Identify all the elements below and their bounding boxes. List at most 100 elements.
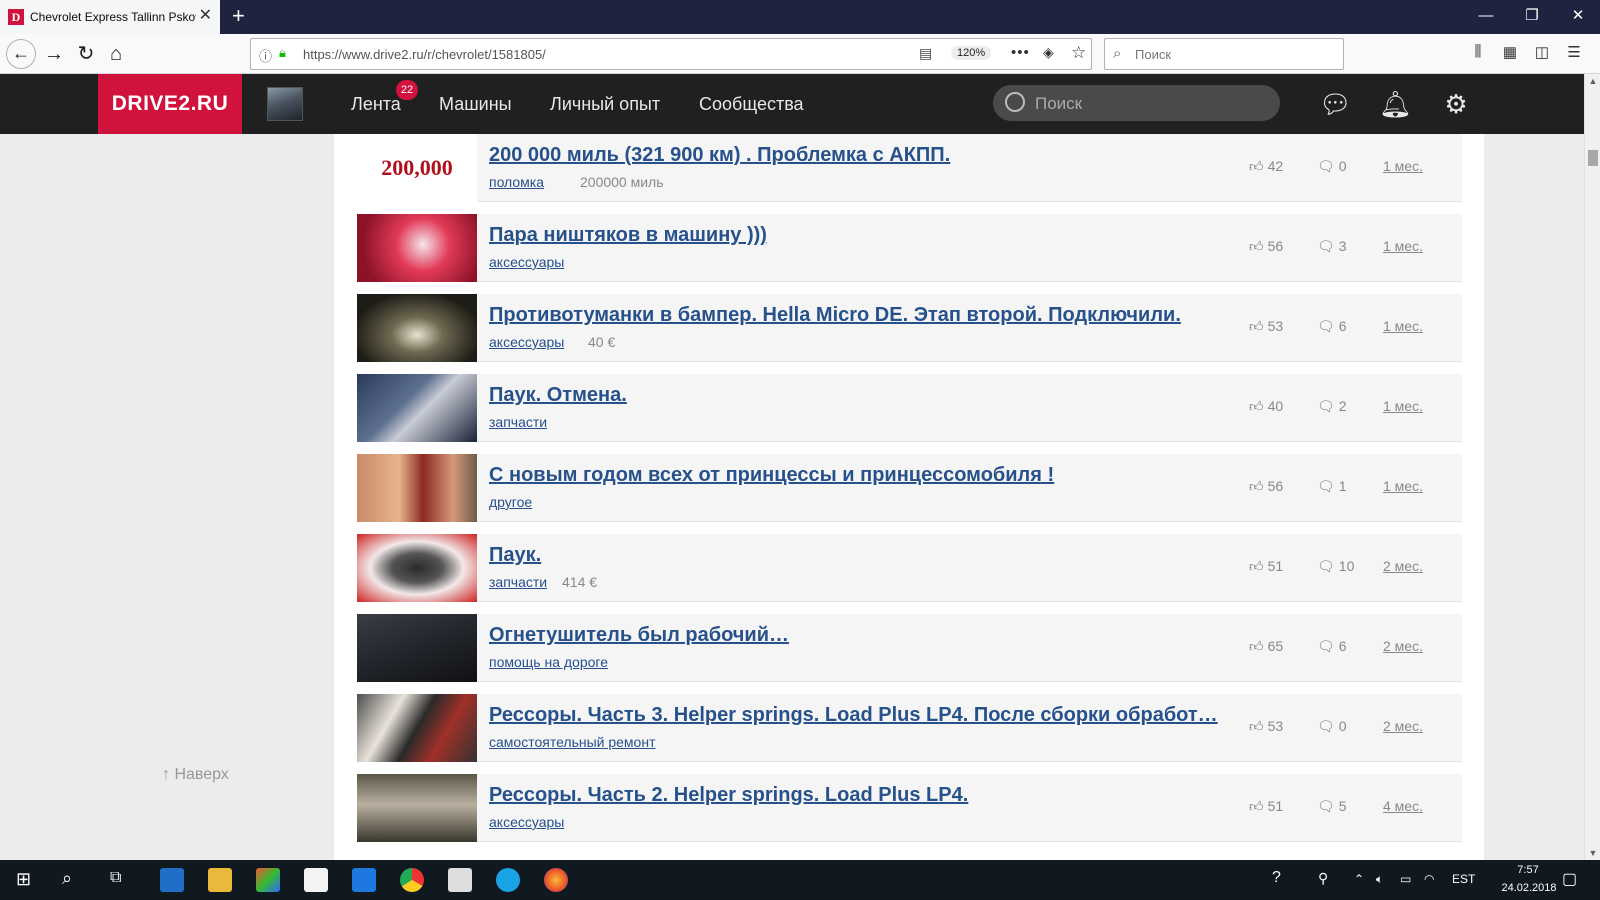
scrollbar-thumb[interactable] [1588, 150, 1598, 166]
back-button[interactable]: ← [6, 39, 36, 69]
comment-counter[interactable]: 🗨︎ 5 [1317, 798, 1347, 815]
menu-icon[interactable]: ☰ [1564, 43, 1584, 61]
post-row[interactable]: Рессоры. Часть 2. Helper springs. Load P… [357, 774, 1462, 842]
post-date-link[interactable]: 2 мес. [1383, 558, 1423, 574]
post-category-link[interactable]: запчасти [489, 414, 547, 430]
post-category-link[interactable]: поломка [489, 174, 544, 190]
mail-icon[interactable] [448, 868, 472, 892]
post-row[interactable]: Паук. запчасти 414 € 👍︎ 51 🗨︎ 10 2 мес. [357, 534, 1462, 602]
sidebar-icon[interactable]: ◫ [1532, 43, 1552, 61]
post-thumbnail[interactable] [357, 534, 477, 602]
like-counter[interactable]: 👍︎ 56 [1249, 478, 1283, 495]
post-row[interactable]: Паук. Отмена. запчасти 👍︎ 40 🗨︎ 2 1 мес. [357, 374, 1462, 442]
post-title-link[interactable]: Паук. Отмена. [489, 384, 1234, 407]
comment-counter[interactable]: 🗨︎ 1 [1317, 478, 1347, 495]
post-date-link[interactable]: 4 мес. [1383, 798, 1423, 814]
show-hidden-icons-icon[interactable]: ⌃ [1354, 872, 1364, 886]
window-minimize-button[interactable]: — [1476, 6, 1496, 26]
bookmark-star-icon[interactable]: ☆ [1071, 43, 1086, 63]
post-date-link[interactable]: 2 мес. [1383, 718, 1423, 734]
comment-counter[interactable]: 🗨︎ 6 [1317, 638, 1347, 655]
post-thumbnail[interactable] [357, 694, 477, 762]
post-thumbnail[interactable] [357, 774, 477, 842]
reload-button[interactable]: ↻ [74, 42, 98, 66]
scroll-down-arrow-icon[interactable]: ▼ [1585, 848, 1600, 858]
like-counter[interactable]: 👍︎ 53 [1249, 718, 1283, 735]
skype-icon[interactable] [496, 868, 520, 892]
comment-counter[interactable]: 🗨︎ 3 [1317, 238, 1347, 255]
comment-counter[interactable]: 🗨︎ 0 [1317, 158, 1347, 175]
like-counter[interactable]: 👍︎ 56 [1249, 238, 1283, 255]
comment-counter[interactable]: 🗨︎ 0 [1317, 718, 1347, 735]
clock-date[interactable]: 24.02.2018 [1486, 882, 1572, 894]
volume-icon[interactable]: 🔈︎ [1376, 872, 1383, 887]
post-thumbnail[interactable] [357, 374, 477, 442]
action-center-icon[interactable]: ▢ [1562, 869, 1577, 889]
back-to-top-link[interactable]: ↑ Наверх [162, 766, 229, 784]
post-title-link[interactable]: Противотуманки в бампер. Hella Micro DE.… [489, 304, 1234, 327]
post-thumbnail[interactable] [357, 614, 477, 682]
keyboard-language-indicator[interactable]: EST [1452, 872, 1475, 886]
tab-close-icon[interactable]: ✕ [199, 8, 212, 24]
file-explorer-icon[interactable] [208, 868, 232, 892]
reader-view-icon[interactable]: ▤ [919, 45, 932, 62]
nav-feed[interactable]: Лента [351, 94, 401, 115]
post-category-link[interactable]: самостоятельный ремонт [489, 734, 656, 750]
forward-button[interactable]: → [42, 42, 66, 66]
like-counter[interactable]: 👍︎ 51 [1249, 558, 1283, 575]
post-row[interactable]: Рессоры. Часть 3. Helper springs. Load P… [357, 694, 1462, 762]
like-counter[interactable]: 👍︎ 42 [1249, 158, 1283, 175]
post-thumbnail[interactable] [357, 214, 477, 282]
help-icon[interactable]: ? [1272, 869, 1281, 887]
windows-start-icon[interactable]: ⊞ [16, 869, 31, 890]
settings-gear-icon[interactable]: ⚙ [1440, 89, 1472, 119]
post-date-link[interactable]: 1 мес. [1383, 158, 1423, 174]
scroll-up-arrow-icon[interactable]: ▲ [1585, 76, 1600, 86]
url-text[interactable]: https://www.drive2.ru/r/chevrolet/158180… [303, 47, 546, 62]
post-title-link[interactable]: Паук. [489, 544, 1234, 567]
chrome-icon[interactable] [400, 868, 424, 892]
browser-search-box[interactable]: ⌕ Поиск [1104, 38, 1344, 70]
site-info-icon[interactable]: ⓘ [259, 46, 272, 65]
like-counter[interactable]: 👍︎ 51 [1249, 798, 1283, 815]
site-search-box[interactable]: Поиск [993, 85, 1280, 121]
task-view-icon[interactable]: ⧉ [110, 869, 121, 887]
store-icon[interactable] [304, 868, 328, 892]
window-close-button[interactable]: ✕ [1568, 6, 1588, 26]
post-date-link[interactable]: 1 мес. [1383, 318, 1423, 334]
people-icon[interactable]: ⚲ [1318, 870, 1328, 887]
post-date-link[interactable]: 1 мес. [1383, 478, 1423, 494]
nav-cars[interactable]: Машины [439, 94, 512, 115]
browser-tab[interactable]: D Chevrolet Express Tallinn Pskov ✕ [0, 0, 220, 34]
zoom-level-badge[interactable]: 120% [951, 46, 992, 60]
like-counter[interactable]: 👍︎ 53 [1249, 318, 1283, 335]
pocket-icon[interactable]: ◈ [1043, 44, 1054, 61]
site-logo[interactable]: DRIVE2.RU [98, 74, 242, 134]
edge-icon[interactable] [160, 868, 184, 892]
post-thumbnail[interactable] [357, 294, 477, 362]
notifications-bell-icon[interactable]: 🔔︎ [1379, 89, 1412, 119]
nav-communities[interactable]: Сообщества [699, 94, 804, 115]
post-title-link[interactable]: Пара ништяков в машину ))) [489, 224, 1234, 247]
post-category-link[interactable]: аксессуары [489, 334, 564, 350]
post-row[interactable]: Огнетушитель был рабочий… помощь на доро… [357, 614, 1462, 682]
post-category-link[interactable]: аксессуары [489, 254, 564, 270]
url-bar[interactable]: ⓘ 🔒︎ https://www.drive2.ru/r/chevrolet/1… [250, 38, 1092, 70]
library-icon[interactable]: ⫼ [1468, 43, 1488, 60]
post-title-link[interactable]: Рессоры. Часть 3. Helper springs. Load P… [489, 704, 1234, 727]
post-category-link[interactable]: другое [489, 494, 532, 510]
new-tab-button[interactable]: + [232, 4, 245, 28]
post-row[interactable]: 200,000 200 000 миль (321 900 км) . Проб… [357, 134, 1462, 202]
post-category-link[interactable]: запчасти [489, 574, 547, 590]
post-title-link[interactable]: Огнетушитель был рабочий… [489, 624, 1234, 647]
like-counter[interactable]: 👍︎ 65 [1249, 638, 1283, 655]
post-title-link[interactable]: Рессоры. Часть 2. Helper springs. Load P… [489, 784, 1234, 807]
post-thumbnail[interactable]: 200,000 [357, 134, 477, 202]
post-date-link[interactable]: 2 мес. [1383, 638, 1423, 654]
comment-counter[interactable]: 🗨︎ 10 [1317, 558, 1354, 575]
window-restore-button[interactable]: ❐ [1522, 6, 1542, 26]
browser-search-input[interactable]: Поиск [1135, 47, 1171, 62]
comment-counter[interactable]: 🗨︎ 6 [1317, 318, 1347, 335]
clock-time[interactable]: 7:57 [1504, 864, 1552, 876]
post-row[interactable]: Противотуманки в бампер. Hella Micro DE.… [357, 294, 1462, 362]
